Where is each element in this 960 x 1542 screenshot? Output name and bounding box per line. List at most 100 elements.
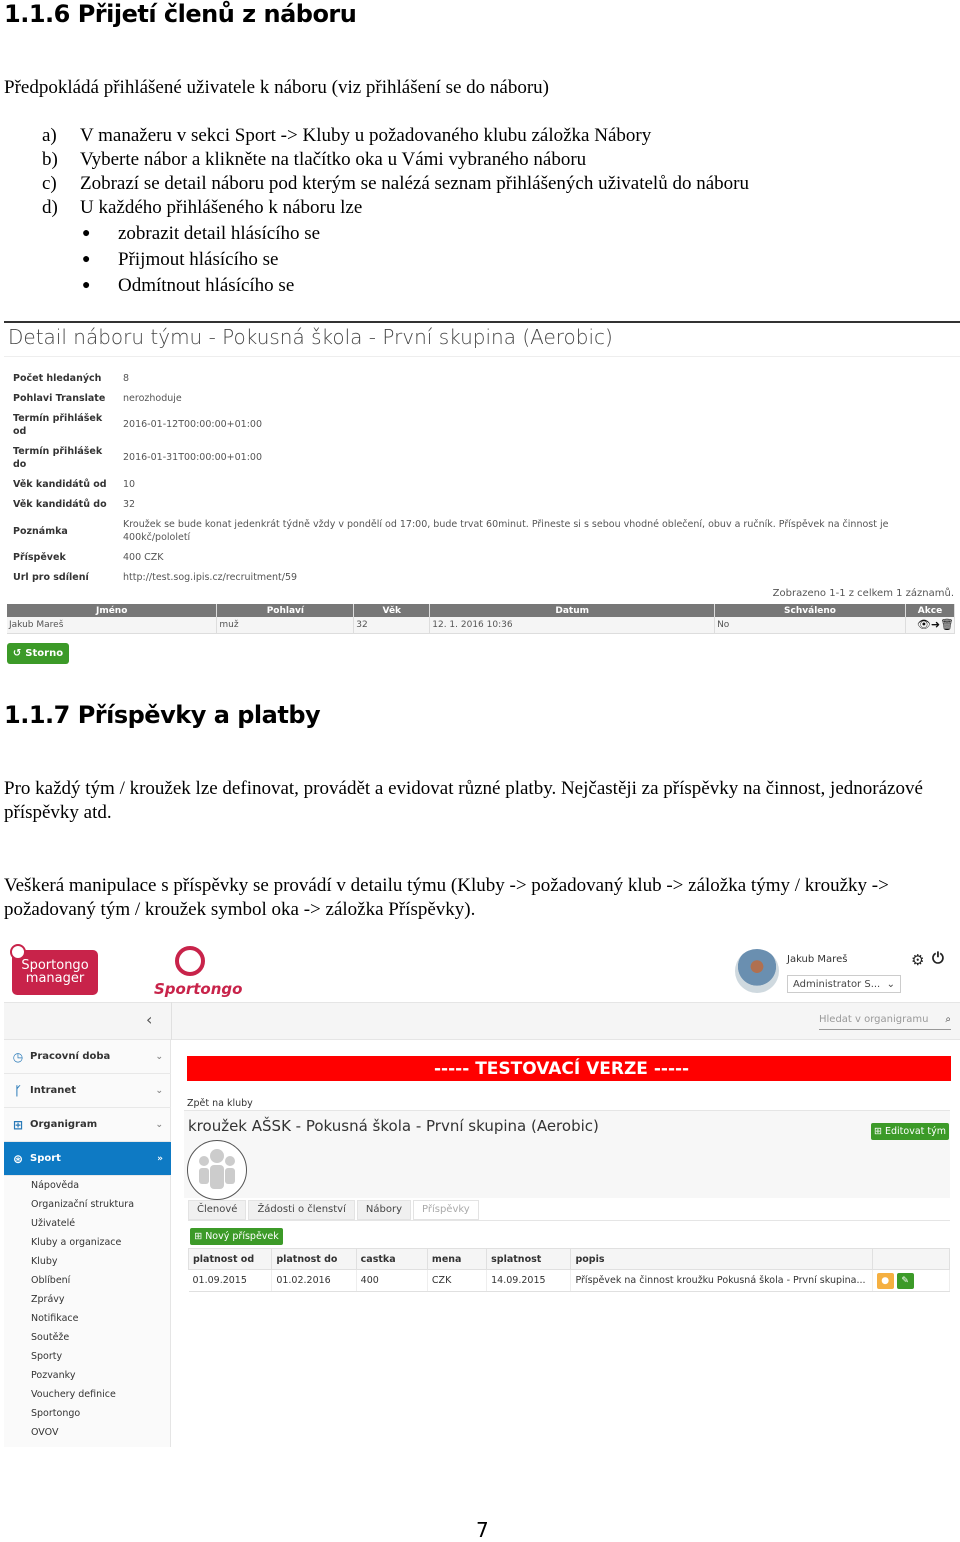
share-url[interactable]: http://test.sog.ipis.cz/recruitment/59 <box>123 571 297 584</box>
field-value: 2016-01-31T00:00:00+01:00 <box>123 452 263 463</box>
applicants-table: Jméno Pohlaví Věk Datum Schváleno Akce J… <box>7 604 956 634</box>
cell-age: 32 <box>353 617 431 634</box>
field-value: 10 <box>123 479 136 490</box>
field-label: Url pro sdílení <box>13 572 89 583</box>
chevron-down-icon: ⌄ <box>155 1051 163 1062</box>
submenu-item[interactable]: Oblíbení <box>31 1275 70 1287</box>
tabs-underline <box>188 1220 950 1221</box>
bullet-text: Přijmout hlásícího se <box>118 249 279 270</box>
eye-icon[interactable]: 👁 <box>917 618 931 631</box>
submenu-item[interactable]: OVOV <box>31 1427 58 1439</box>
tab-zadosti[interactable]: Žádosti o členství <box>248 1200 355 1220</box>
sign-in-icon[interactable]: ➜ <box>931 618 940 631</box>
intro-paragraph: Předpokládá přihlášené uživatele k nábor… <box>4 77 550 98</box>
step-marker: a) <box>42 125 57 146</box>
column-header <box>871 1248 951 1270</box>
submenu-item[interactable]: Zprávy <box>31 1294 65 1306</box>
step-text: U každého přihlášeného k náboru lze <box>80 197 363 218</box>
bullet-item: ● Odmítnout hlásícího se <box>82 274 294 298</box>
submenu-item[interactable]: Soutěže <box>31 1332 69 1344</box>
record-count: Zobrazeno 1-1 z celkem 1 záznamů. <box>772 588 954 599</box>
search-icon[interactable]: ⌕ <box>945 1014 951 1025</box>
logo-badge-icon <box>10 944 26 960</box>
sidebar-item-organigram[interactable]: ⊞ Organigram ⌄ <box>4 1108 171 1142</box>
submenu-item[interactable]: Pozvanky <box>31 1370 75 1382</box>
step-marker: c) <box>42 173 57 194</box>
column-header[interactable]: Pohlaví <box>216 604 355 617</box>
topbar-divider <box>171 1002 172 1040</box>
sidebar-item-sport[interactable]: ⊛ Sport » <box>4 1142 171 1176</box>
submenu-item[interactable]: Organizační struktura <box>31 1199 134 1211</box>
table-header-row: platnost od platnost do castka mena spla… <box>187 1248 951 1270</box>
sportongo-manager-logo[interactable]: Sportongo manager <box>12 950 98 995</box>
submenu-item[interactable]: Sportongo <box>31 1408 80 1420</box>
back-to-clubs-link[interactable]: Zpět na kluby <box>187 1098 253 1109</box>
role-value: Administrator S... <box>793 978 881 990</box>
tab-clenove[interactable]: Členové <box>188 1200 247 1220</box>
search-input[interactable]: Hledat v organigramu ⌕ <box>819 1010 951 1030</box>
field-label: Pohlavi Translate <box>13 393 106 404</box>
sportongo-logo-text: Sportongo <box>154 980 243 998</box>
bullet-item: ● Přijmout hlásícího se <box>82 248 279 272</box>
column-header[interactable]: Datum <box>429 604 716 617</box>
step-item: c) Zobrazí se detail náboru pod kterým se… <box>42 172 749 196</box>
submenu-item[interactable]: Kluby <box>31 1256 58 1268</box>
submenu-item[interactable]: Kluby a organizace <box>31 1237 121 1249</box>
chevron-down-icon: ⌄ <box>155 1085 163 1096</box>
field-label: Věk kandidátů od <box>13 479 107 490</box>
sitemap-icon: ⊞ <box>12 1117 24 1132</box>
submenu-item[interactable]: Notifikace <box>31 1313 79 1325</box>
submenu-item[interactable]: Vouchery definice <box>31 1389 116 1401</box>
edit-team-button[interactable]: ⊞ Editovat tým <box>871 1123 949 1140</box>
paragraph-payments: Pro každý tým / kroužek lze definovat, p… <box>4 778 923 823</box>
edit-button[interactable]: ✎ <box>896 1272 914 1289</box>
tab-prispevky[interactable]: Příspěvky <box>413 1200 479 1220</box>
new-contribution-button[interactable]: ⊞ Nový příspěvek <box>190 1228 283 1245</box>
edit-icon: ✎ <box>901 1275 909 1286</box>
collapse-sidebar-icon[interactable]: ‹ <box>146 1010 152 1029</box>
sidebar-item-label: Organigram <box>30 1119 98 1130</box>
cell-currency: CZK <box>427 1269 488 1292</box>
column-header: popis <box>570 1248 873 1270</box>
paragraph-manipulation: Veškerá manipulace s příspěvky se provád… <box>4 875 889 920</box>
view-button[interactable]: ● <box>876 1272 894 1289</box>
trash-icon[interactable]: 🗑 <box>940 618 954 631</box>
table-header-row: Jméno Pohlaví Věk Datum Schváleno Akce <box>7 604 956 617</box>
title-underline <box>4 356 960 357</box>
role-select[interactable]: Administrator S... ⌄ <box>787 975 901 993</box>
column-header[interactable]: Jméno <box>7 604 218 617</box>
gear-icon[interactable]: ⚙ <box>911 951 924 970</box>
field-value: 32 <box>123 499 136 510</box>
field-value: 8 <box>123 373 130 384</box>
storno-button[interactable]: ↺ Storno <box>7 643 69 664</box>
column-header: platnost do <box>271 1248 357 1270</box>
table-row: 01.09.2015 01.02.2016 400 CZK 14.09.2015… <box>188 1269 951 1292</box>
sportongo-logo-icon <box>175 946 205 976</box>
submenu-item[interactable]: Uživatelé <box>31 1218 75 1230</box>
column-header[interactable]: Schváleno <box>714 604 906 617</box>
field-value: 2016-01-12T00:00:00+01:00 <box>123 419 263 430</box>
cell-approved: No <box>714 617 906 634</box>
sidebar: ◷ Pracovní doba ⌄ ᚴ Intranet ⌄ ⊞ Organigram ⌄ … <box>4 1040 171 1447</box>
cell-actions: 👁➜🗑 <box>905 617 956 634</box>
avatar[interactable] <box>735 949 779 993</box>
sidebar-item-pracovni-doba[interactable]: ◷ Pracovní doba ⌄ <box>4 1040 171 1074</box>
tab-nabory[interactable]: Nábory <box>356 1200 411 1220</box>
column-header[interactable]: Věk <box>353 604 431 617</box>
field-value: nerozhoduje <box>123 393 182 404</box>
column-header: castka <box>355 1248 428 1270</box>
column-header: mena <box>426 1248 488 1270</box>
field-value: 400 CZK <box>123 552 164 563</box>
submenu-item[interactable]: Nápověda <box>31 1180 79 1192</box>
team-tabs: Členové Žádosti o členství Nábory Příspě… <box>188 1200 481 1220</box>
step-item: a) V manažeru v sekci Sport -> Kluby u po… <box>42 124 651 148</box>
search-placeholder: Hledat v organigramu <box>819 1014 929 1025</box>
power-icon[interactable]: ⏻ <box>932 950 944 968</box>
cell-due-date: 14.09.2015 <box>486 1269 572 1292</box>
fork-icon: ᚴ <box>14 1083 22 1098</box>
table-row: Jakub Mareš muž 32 12. 1. 2016 10:36 No … <box>7 617 956 634</box>
sidebar-item-intranet[interactable]: ᚴ Intranet ⌄ <box>4 1074 171 1108</box>
section-heading-1-1-6: 1.1.6 Přijetí členů z náboru <box>4 0 357 28</box>
submenu-item[interactable]: Sporty <box>31 1351 62 1363</box>
field-value: Kroužek se bude konat jedenkrát týdně vž… <box>123 519 889 543</box>
